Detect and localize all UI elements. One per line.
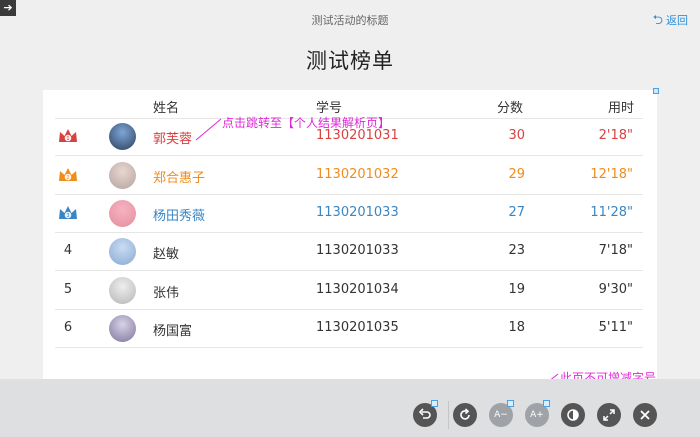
font-increase-label: A+ [530,410,544,420]
header-time: 用时 [608,101,635,116]
refresh-icon[interactable] [453,403,477,427]
back-arrow-icon: ⮌ [652,12,663,28]
time-used: 12'18" [590,167,633,182]
student-name-link[interactable]: 郭芙蓉 [153,128,192,147]
student-id: 1130201035 [316,320,399,335]
crown-rank: 2 [66,175,69,181]
rank-number: 6 [63,320,73,335]
toolbar-divider [448,401,449,429]
font-decrease-badge [507,400,514,407]
score: 18 [508,320,525,335]
student-name-link[interactable]: 张伟 [153,282,179,301]
back-label: 返回 [666,14,688,27]
back-button[interactable]: ⮌ 返回 [653,12,688,28]
student-id: 1130201032 [316,167,399,182]
contrast-icon[interactable] [561,403,585,427]
corner-marker [653,88,659,94]
row-divider [55,270,643,271]
font-decrease-label: A− [494,410,508,420]
rank-number: 5 [63,282,73,297]
page-title: 测试榜单 [306,49,394,73]
row-divider [55,194,643,195]
student-name-link[interactable]: 杨田秀薇 [153,205,205,224]
crown-rank: 1 [66,136,69,142]
annotation-click-hint: 点击跳转至【个人结果解析页】 [222,116,391,130]
header-name: 姓名 [153,101,180,116]
time-used: 5'11" [598,320,633,335]
activity-title: 测试活动的标题 [311,14,389,27]
student-id: 1130201034 [316,282,399,297]
crown-icon: 2 [59,168,77,181]
fullscreen-icon[interactable] [597,403,621,427]
avatar [109,123,136,150]
avatar [109,315,136,342]
row-divider [55,155,643,156]
row-divider [55,347,643,348]
rank-number: 4 [63,243,73,258]
avatar [109,162,136,189]
score: 23 [508,243,525,258]
score: 19 [508,282,525,297]
time-used: 7'18" [598,243,633,258]
student-name-link[interactable]: 赵敏 [153,243,179,262]
avatar [109,200,136,227]
header-score: 分数 [497,101,524,116]
student-id: 1130201033 [316,243,399,258]
crown-rank: 3 [66,213,69,219]
avatar [109,277,136,304]
close-icon[interactable] [633,403,657,427]
time-used: 9'30" [598,282,633,297]
avatar [109,238,136,265]
crown-icon: 3 [59,206,77,219]
score: 29 [508,167,525,182]
student-name-link[interactable]: 杨国富 [153,320,192,339]
undo-badge [431,400,438,407]
time-used: 11'28" [590,205,633,220]
crown-icon: 1 [59,129,77,142]
student-id: 1130201033 [316,205,399,220]
font-increase-badge [543,400,550,407]
score: 30 [508,128,525,143]
student-name-link[interactable]: 郑合惠子 [153,167,205,186]
bottom-toolbar [0,379,700,437]
time-used: 2'18" [598,128,633,143]
row-divider [55,309,643,310]
score: 27 [508,205,525,220]
row-divider [55,232,643,233]
